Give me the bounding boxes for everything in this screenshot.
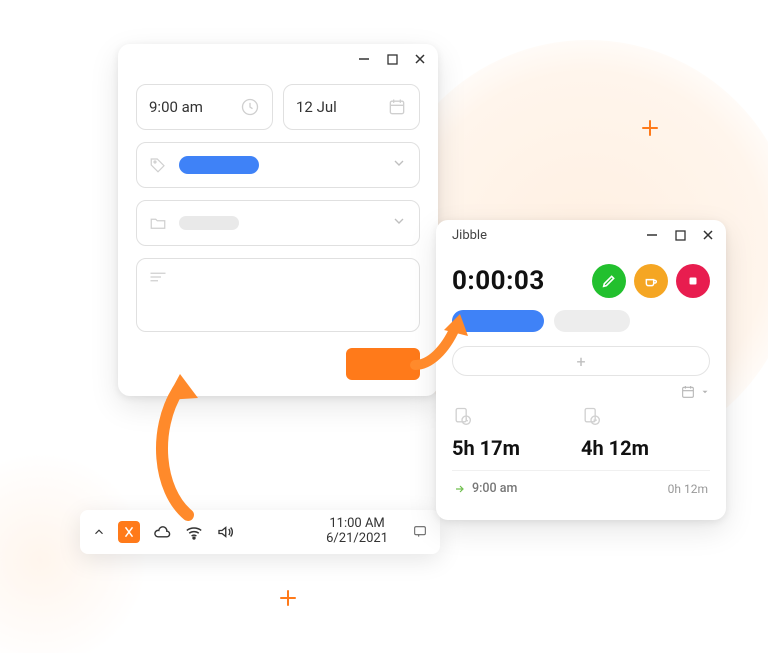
clock-out-icon <box>581 406 710 430</box>
window-titlebar: Jibble <box>436 220 726 250</box>
clock-in-icon <box>452 406 581 430</box>
stat-clock-out: 4h 12m <box>581 406 710 460</box>
clock-icon <box>240 97 260 117</box>
window-maximize[interactable] <box>384 51 400 67</box>
tag-dropdown[interactable] <box>136 142 420 188</box>
tray-expand[interactable] <box>92 525 106 539</box>
plus-icon: + <box>576 352 585 371</box>
entry-duration: 0h 12m <box>668 482 708 496</box>
stat-value: 4h 12m <box>581 436 710 460</box>
window-minimize[interactable] <box>644 227 660 243</box>
stat-clock-in: 5h 17m <box>452 406 581 460</box>
timer-display: 0:00:03 <box>452 266 584 296</box>
window-title: Jibble <box>452 228 487 243</box>
time-value: 9:00 am <box>149 98 203 116</box>
tag-icon <box>149 156 167 174</box>
secondary-tag-pill[interactable] <box>554 310 630 332</box>
sparkle-icon <box>280 590 296 606</box>
taskbar-clock[interactable]: 11:00 AM 6/21/2021 <box>326 517 388 547</box>
edit-entry-button[interactable] <box>592 264 626 298</box>
date-field[interactable]: 12 Jul <box>283 84 420 130</box>
stat-value: 5h 17m <box>452 436 581 460</box>
calendar-icon <box>387 97 407 117</box>
chevron-down-icon <box>391 213 407 233</box>
date-filter-button[interactable] <box>680 384 710 400</box>
submit-button[interactable] <box>346 348 420 380</box>
window-close[interactable] <box>412 51 428 67</box>
taskbar-date: 6/21/2021 <box>326 532 388 547</box>
window-titlebar <box>118 44 438 74</box>
current-tags <box>452 304 710 346</box>
time-field[interactable]: 9:00 am <box>136 84 273 130</box>
break-button[interactable] <box>634 264 668 298</box>
notes-icon <box>149 269 167 288</box>
entry-in-marker: 9:00 am <box>454 481 517 496</box>
taskbar: 11:00 AM 6/21/2021 <box>80 510 440 554</box>
sparkle-icon <box>642 120 658 136</box>
date-value: 12 Jul <box>296 98 337 116</box>
tray-app-icon[interactable] <box>118 521 140 543</box>
selected-project-pill <box>179 216 239 230</box>
time-entry-row[interactable]: 9:00 am 0h 12m <box>452 470 710 500</box>
callout-arrow <box>410 310 480 380</box>
add-entry-button[interactable]: + <box>452 346 710 376</box>
notes-field[interactable] <box>136 258 420 332</box>
speaker-icon[interactable] <box>216 524 234 540</box>
notification-icon[interactable] <box>412 524 428 540</box>
window-minimize[interactable] <box>356 51 372 67</box>
time-entry-window: 9:00 am 12 Jul <box>118 44 438 396</box>
taskbar-time: 11:00 AM <box>326 517 388 532</box>
project-dropdown[interactable] <box>136 200 420 246</box>
chevron-down-icon <box>391 155 407 175</box>
window-maximize[interactable] <box>672 227 688 243</box>
wifi-icon[interactable] <box>184 524 204 540</box>
window-close[interactable] <box>700 227 716 243</box>
stop-button[interactable] <box>676 264 710 298</box>
callout-arrow <box>148 370 218 520</box>
entry-time: 9:00 am <box>472 481 517 496</box>
selected-tag-pill <box>179 156 259 174</box>
folder-icon <box>149 214 167 232</box>
cloud-icon[interactable] <box>152 524 172 540</box>
